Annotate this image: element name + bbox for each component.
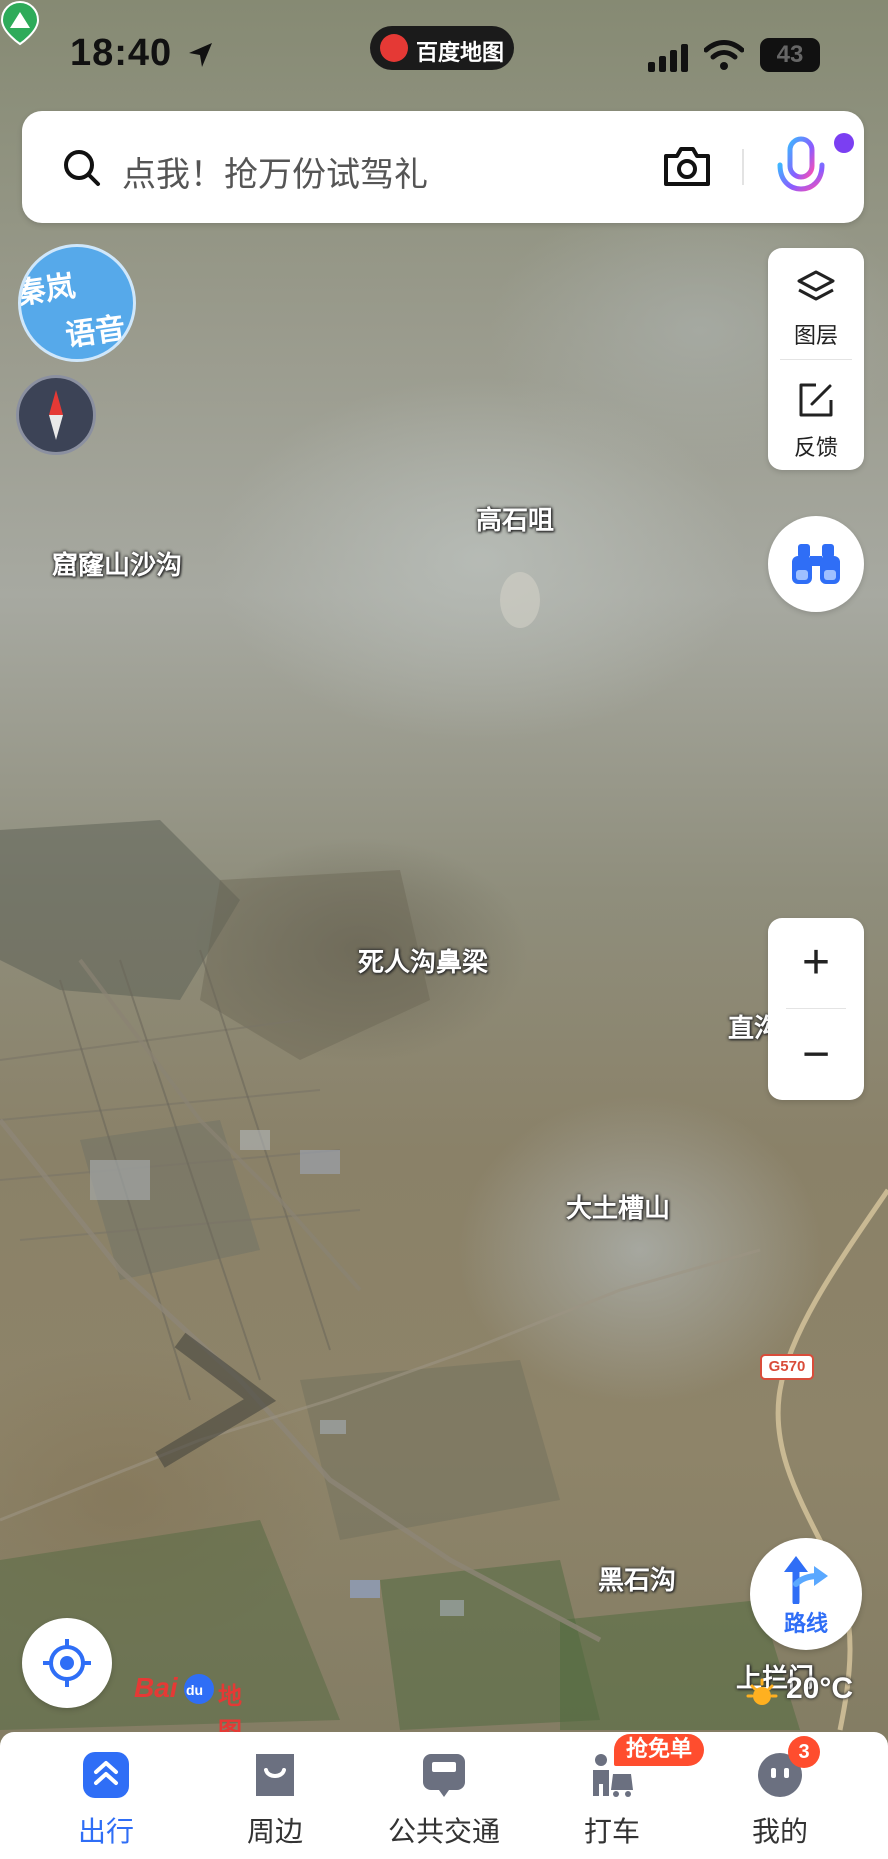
baidu-map-app-icon bbox=[380, 34, 408, 62]
compass-icon bbox=[49, 390, 63, 440]
logo-bai-text: Bai bbox=[134, 1672, 178, 1703]
crosshair-location-icon bbox=[43, 1639, 91, 1687]
travel-tab-icon bbox=[83, 1752, 129, 1798]
tab-travel[interactable]: 出行 bbox=[36, 1732, 176, 1859]
compass-button[interactable] bbox=[16, 375, 96, 455]
sunny-weather-icon bbox=[746, 1678, 778, 1705]
panorama-button[interactable] bbox=[768, 516, 864, 612]
profile-count-badge: 3 bbox=[788, 1736, 820, 1768]
map-tools-panel: 图层 反馈 bbox=[768, 248, 864, 470]
tab-public-transit-label: 公共交通 bbox=[387, 1815, 500, 1848]
voice-bubble-line2: 语音 bbox=[63, 310, 128, 354]
feedback-label: 反馈 bbox=[793, 436, 838, 461]
bottom-tab-bar: 出行 周边 公共交通 打车 我的 bbox=[0, 1732, 888, 1859]
feedback-button[interactable]: 反馈 bbox=[768, 360, 864, 468]
map-label-datucaoshan[interactable]: 大土槽山 bbox=[566, 1188, 670, 1225]
zoom-out-button[interactable]: − bbox=[768, 1010, 864, 1100]
battery-indicator: 43 bbox=[760, 38, 820, 72]
cellular-signal-icon bbox=[648, 44, 688, 72]
voice-bubble-line1: 秦岚 bbox=[18, 268, 78, 312]
search-bar[interactable]: 点我！抢万份试驾礼 bbox=[22, 111, 864, 223]
tab-profile-label: 我的 bbox=[751, 1815, 808, 1848]
tab-nearby[interactable]: 周边 bbox=[205, 1732, 345, 1859]
my-location-button[interactable] bbox=[22, 1618, 112, 1708]
route-arrow-icon bbox=[784, 1556, 828, 1604]
search-icon bbox=[64, 150, 100, 186]
tab-taxi-label: 打车 bbox=[583, 1815, 640, 1848]
search-input[interactable]: 点我！抢万份试驾礼 bbox=[122, 147, 428, 196]
road-badge-g570: G570 bbox=[760, 1354, 814, 1380]
logo-du-text: du bbox=[186, 1682, 204, 1698]
feedback-edit-icon bbox=[799, 383, 833, 417]
layers-button[interactable]: 图层 bbox=[768, 248, 864, 356]
voice-package-bubble[interactable]: 秦岚 语音 bbox=[18, 244, 136, 362]
status-time: 18:40 bbox=[70, 32, 173, 74]
taxi-promo-badge: 抢免单 bbox=[614, 1734, 705, 1766]
app-indicator-pill: 百度地图 bbox=[370, 26, 514, 70]
map-label-kulongshan[interactable]: 窟窿山沙沟 bbox=[52, 545, 182, 582]
bus-tab-icon bbox=[423, 1754, 465, 1797]
mic-notification-dot bbox=[834, 133, 854, 153]
layers-icon bbox=[797, 270, 835, 301]
map-label-sirengou[interactable]: 死人沟鼻梁 bbox=[358, 942, 488, 979]
binoculars-icon bbox=[792, 544, 840, 584]
map-label-gaoshiju[interactable]: 高石咀 bbox=[476, 500, 554, 537]
zoom-in-button[interactable]: + bbox=[768, 918, 864, 1008]
tab-profile[interactable]: 我的 bbox=[710, 1732, 850, 1859]
location-arrow-icon bbox=[189, 43, 212, 67]
tab-travel-label: 出行 bbox=[77, 1815, 134, 1848]
wifi-icon bbox=[704, 40, 744, 70]
weather-temperature: 20°C bbox=[786, 1672, 854, 1705]
zoom-controls: + − bbox=[768, 918, 864, 1100]
voice-mic-icon[interactable] bbox=[772, 135, 832, 203]
camera-icon[interactable] bbox=[662, 144, 712, 188]
route-label: 路线 bbox=[783, 1612, 828, 1637]
zoom-divider bbox=[786, 1008, 846, 1009]
tab-nearby-label: 周边 bbox=[246, 1815, 303, 1848]
layers-label: 图层 bbox=[793, 324, 838, 349]
map-label-heishigou[interactable]: 黑石沟 bbox=[598, 1560, 676, 1597]
nearby-tab-icon bbox=[256, 1754, 294, 1796]
app-indicator-label: 百度地图 bbox=[416, 41, 505, 66]
route-button[interactable]: 路线 bbox=[750, 1538, 862, 1650]
status-bar: 18:40 百度地图 43 bbox=[0, 0, 888, 110]
tab-public-transit[interactable]: 公共交通 bbox=[374, 1732, 514, 1859]
search-divider bbox=[742, 149, 744, 185]
